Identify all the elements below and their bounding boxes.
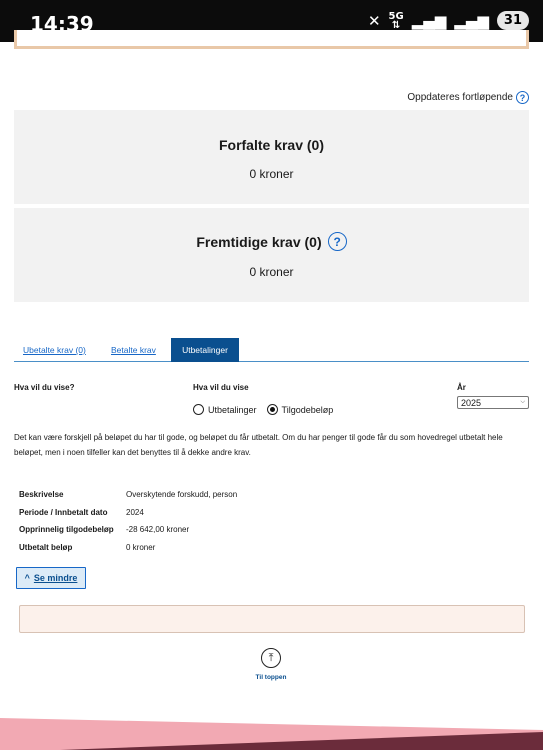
credit-details: Beskrivelse Overskytende forskudd, perso… bbox=[19, 486, 237, 556]
detail-row: Periode / Innbetalt dato 2024 bbox=[19, 507, 144, 517]
future-claims-title: Fremtidige krav (0) ? bbox=[14, 232, 529, 251]
claims-tabs: Ubetalte krav (0) Betalte krav Utbetalin… bbox=[14, 338, 529, 362]
future-claims-card: Fremtidige krav (0) ? 0 kroner bbox=[14, 208, 529, 302]
tab-payouts[interactable]: Utbetalinger bbox=[171, 338, 239, 362]
back-to-top-link[interactable]: ⤒ Til toppen bbox=[243, 648, 299, 681]
future-claims-value: 0 kroner bbox=[249, 265, 294, 279]
help-icon[interactable]: ? bbox=[516, 91, 529, 104]
detail-row: Beskrivelse Overskytende forskudd, perso… bbox=[19, 490, 238, 500]
status-icons: ✕ 5G ⇅ ▂▄▆ ▂▄▆ 31 bbox=[368, 11, 529, 30]
chevron-down-icon: ⌵ bbox=[520, 399, 525, 405]
top-panel-edge bbox=[14, 30, 529, 49]
info-paragraph: Det kan være forskjell på beløpet du har… bbox=[14, 433, 503, 457]
chevron-up-icon: ^ bbox=[24, 573, 30, 583]
detail-row: Utbetalt beløp 0 kroner bbox=[19, 542, 156, 552]
network-type-icon: 5G ⇅ bbox=[388, 10, 404, 31]
overdue-claims-card: Forfalte krav (0) 0 kroner bbox=[14, 110, 529, 204]
footer-decoration bbox=[0, 718, 543, 750]
notice-box bbox=[19, 605, 525, 633]
radio-button[interactable] bbox=[193, 404, 204, 415]
radio-group-label: Hva vil du vise bbox=[193, 383, 249, 392]
radio-credit-amount[interactable]: Tilgodebeløp bbox=[266, 404, 333, 415]
radio-button-checked[interactable] bbox=[266, 404, 278, 415]
update-notice-text: Oppdateres fortløpende bbox=[407, 92, 513, 103]
help-icon[interactable]: ? bbox=[327, 232, 347, 251]
show-less-button[interactable]: ^ Se mindre bbox=[16, 567, 86, 589]
battery-indicator: 31 bbox=[496, 11, 529, 30]
year-label: År bbox=[457, 383, 466, 392]
update-notice: Oppdateres fortløpende ? bbox=[407, 91, 529, 104]
mute-icon: ✕ bbox=[367, 11, 381, 30]
overdue-claims-title: Forfalte krav (0) bbox=[218, 137, 325, 153]
signal-icon: ▂▄▆ bbox=[411, 11, 447, 30]
year-select[interactable]: 2025 ⌵ bbox=[457, 396, 529, 409]
arrow-up-icon: ⤒ bbox=[261, 648, 281, 668]
view-radio-group: Utbetalinger Tilgodebeløp bbox=[193, 404, 343, 415]
detail-row: Opprinnelig tilgodebeløp -28 642,00 kron… bbox=[19, 525, 190, 535]
overdue-claims-value: 0 kroner bbox=[249, 167, 294, 181]
tab-unpaid-claims[interactable]: Ubetalte krav (0) bbox=[23, 338, 86, 362]
filter-heading: Hva vil du vise? bbox=[14, 383, 75, 392]
radio-payouts[interactable]: Utbetalinger bbox=[193, 404, 257, 415]
tab-paid-claims[interactable]: Betalte krav bbox=[111, 338, 156, 362]
signal-icon-2: ▂▄▆ bbox=[454, 11, 489, 30]
